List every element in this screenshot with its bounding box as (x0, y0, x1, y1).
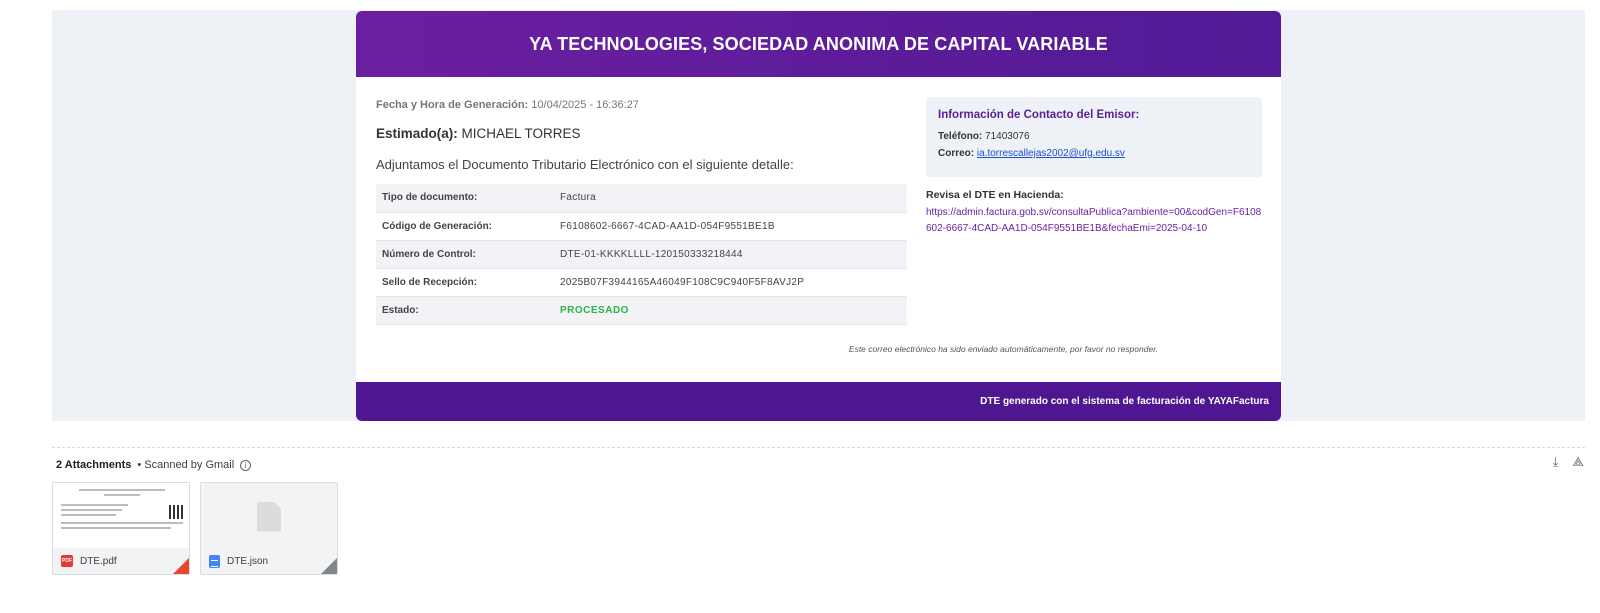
attachments-count: 2 Attachments (56, 459, 132, 471)
table-row: Estado: PROCESADO (376, 296, 907, 325)
recipient-name: MICHAEL TORRES (461, 126, 581, 141)
qr-code-icon (169, 505, 183, 519)
phone-value: 71403076 (985, 131, 1030, 142)
detail-value: 2025B07F3944165A46049F108C9C940F5F8AVJ2P (554, 268, 907, 297)
greeting: Estimado(a): MICHAEL TORRES (376, 126, 916, 141)
email-footer: DTE generado con el sistema de facturaci… (356, 382, 1281, 421)
detail-key: Sello de Recepción: (376, 268, 554, 297)
divider (52, 447, 1585, 448)
contact-phone: Teléfono: 71403076 (938, 131, 1250, 142)
file-corner-icon (173, 558, 189, 574)
email-link[interactable]: ia.torrescallejas2002@ufg.edu.sv (977, 148, 1125, 159)
verify-link[interactable]: https://admin.factura.gob.sv/consultaPub… (926, 205, 1262, 237)
add-to-drive-icon[interactable]: ⟁ (1572, 454, 1584, 470)
scanned-label: • Scanned by Gmail (137, 459, 235, 471)
info-icon[interactable]: i (240, 459, 252, 471)
attachment-label: PDF DTE.pdf (53, 548, 189, 574)
table-row: Sello de Recepción: 2025B07F3944165A46049… (376, 268, 907, 297)
detail-key: Estado: (376, 296, 554, 325)
doc-icon (209, 554, 220, 568)
email-label: Correo: (938, 148, 975, 159)
document-summary: Fecha y Hora de Generación: 10/04/2025 -… (376, 99, 916, 325)
attachment-name: DTE.json (227, 555, 269, 567)
detail-value: DTE-01-KKKKLLLL-120150333218444 (554, 240, 907, 269)
attachment-actions: ⤓ ⟁ (1553, 454, 1584, 470)
json-thumbnail (201, 483, 337, 550)
generic-file-icon (257, 501, 281, 532)
attachments-header: 2 Attachments • Scanned by Gmail i (56, 459, 252, 471)
email-content: Fecha y Hora de Generación: 10/04/2025 -… (356, 77, 1281, 382)
detail-value: F6108602-6667-4CAD-AA1D-054F9551BE1B (554, 212, 907, 241)
detail-key: Número de Control: (376, 240, 554, 269)
verify-title: Revisa el DTE en Hacienda: (926, 189, 1064, 201)
company-title: YA TECHNOLOGIES, SOCIEDAD ANONIMA DE CAP… (529, 33, 1108, 54)
download-icon[interactable]: ⤓ (1553, 454, 1559, 470)
contact-email: Correo: ia.torrescallejas2002@ufg.edu.sv (938, 148, 1250, 159)
attachment-name: DTE.pdf (80, 555, 117, 567)
email-header: YA TECHNOLOGIES, SOCIEDAD ANONIMA DE CAP… (356, 11, 1281, 77)
detail-value: Factura (554, 184, 907, 213)
generation-datetime: Fecha y Hora de Generación: 10/04/2025 -… (376, 99, 916, 111)
table-row: Código de Generación: F6108602-6667-4CAD-… (376, 212, 907, 241)
document-details-table: Tipo de documento: Factura Código de Gene… (376, 184, 907, 325)
dte-email-card: YA TECHNOLOGIES, SOCIEDAD ANONIMA DE CAP… (356, 11, 1281, 421)
issuer-info: Información de Contacto del Emisor: Telé… (926, 97, 1262, 237)
attachment-json[interactable]: DTE.json (200, 482, 338, 575)
pdf-icon: PDF (61, 555, 73, 567)
contact-title: Información de Contacto del Emisor: (938, 109, 1140, 121)
generation-label: Fecha y Hora de Generación: (376, 99, 529, 111)
auto-send-note: Este correo electrónico ha sido enviado … (848, 344, 1159, 354)
table-row: Número de Control: DTE-01-KKKKLLLL-120150… (376, 240, 907, 269)
attachment-label: DTE.json (201, 548, 337, 574)
detail-key: Código de Generación: (376, 212, 554, 241)
pdf-thumbnail (53, 483, 189, 550)
phone-label: Teléfono: (938, 131, 983, 142)
table-row: Tipo de documento: Factura (376, 184, 907, 213)
file-corner-icon (321, 558, 337, 574)
intro-text: Adjuntamos el Documento Tributario Elect… (376, 157, 794, 172)
status-value: PROCESADO (554, 296, 907, 325)
contact-box: Información de Contacto del Emisor: Telé… (926, 97, 1262, 177)
verify-section: Revisa el DTE en Hacienda: https://admin… (926, 189, 1262, 237)
greeting-label: Estimado(a): (376, 126, 458, 141)
generation-value: 10/04/2025 - 16:36:27 (531, 99, 639, 111)
detail-key: Tipo de documento: (376, 184, 554, 213)
footer-text: DTE generado con el sistema de facturaci… (980, 396, 1269, 407)
attachment-pdf[interactable]: PDF DTE.pdf (52, 482, 190, 575)
